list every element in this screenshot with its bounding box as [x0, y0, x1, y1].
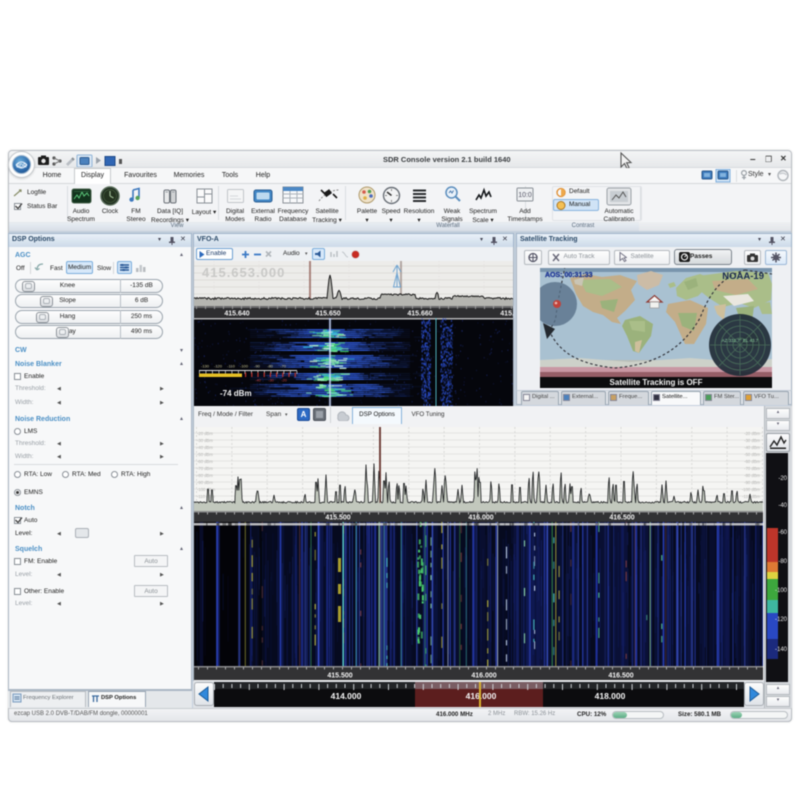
svg-text:-70 dBm: -70 dBm	[197, 466, 213, 471]
svg-text:415.650: 415.650	[315, 311, 340, 318]
svg-text:-80 dBm: -80 dBm	[197, 473, 213, 478]
svg-text:-110: -110	[227, 364, 235, 369]
svg-text:-74 dBm: -74 dBm	[220, 389, 252, 398]
svg-text:-130: -130	[201, 364, 210, 369]
svg-text:-60: -60	[778, 530, 787, 536]
svg-text:-40 dBm: -40 dBm	[744, 445, 760, 450]
svg-text:-50 dBm: -50 dBm	[744, 452, 760, 457]
svg-text:-120: -120	[775, 617, 788, 623]
svg-text:NOAA-19: NOAA-19	[722, 271, 764, 282]
svg-text:-20 dBm: -20 dBm	[197, 431, 213, 436]
svg-text:-80: -80	[778, 559, 787, 565]
svg-text:-120: -120	[214, 364, 223, 369]
svg-text:415.67: 415.67	[500, 311, 513, 318]
svg-text:-70: -70	[280, 364, 287, 369]
svg-text:-90: -90	[254, 364, 261, 369]
svg-text:416.000: 416.000	[471, 673, 496, 680]
svg-text:-60 dBm: -60 dBm	[197, 459, 213, 464]
svg-text:-100: -100	[240, 364, 249, 369]
svg-text:415.500: 415.500	[327, 673, 352, 680]
svg-text:-50 dBm: -50 dBm	[197, 452, 213, 457]
svg-text:SDR: SDR	[16, 164, 27, 170]
svg-text:-90 dBm: -90 dBm	[197, 480, 213, 485]
svg-text:-20: -20	[281, 378, 288, 383]
svg-text:-40: -40	[255, 378, 262, 383]
svg-text:-70 dBm: -70 dBm	[744, 466, 760, 471]
svg-text:-100: -100	[775, 588, 788, 594]
svg-text:-80: -80	[267, 364, 274, 369]
svg-text:-80 dBm: -80 dBm	[744, 473, 760, 478]
svg-text:-20: -20	[778, 476, 787, 482]
svg-text:416.500: 416.500	[609, 515, 634, 522]
svg-text:-110 dBm: -110 dBm	[742, 494, 760, 499]
svg-text:-40 dBm: -40 dBm	[197, 445, 213, 450]
svg-text:-60 dBm: -60 dBm	[744, 459, 760, 464]
svg-text:-100 dBm: -100 dBm	[742, 487, 761, 492]
svg-text:416.500: 416.500	[608, 673, 633, 680]
svg-text:10:0: 10:0	[518, 192, 532, 199]
svg-text:AOS: 00:31:33: AOS: 00:31:33	[545, 272, 593, 279]
svg-text:415.500: 415.500	[325, 515, 350, 522]
svg-text:-90 dBm: -90 dBm	[744, 480, 760, 485]
svg-text:-30 dBm: -30 dBm	[744, 438, 760, 443]
svg-text:-30 dBm: -30 dBm	[197, 438, 213, 443]
svg-text:415.640: 415.640	[224, 311, 249, 318]
svg-text:415.653.000: 415.653.000	[202, 265, 285, 280]
svg-text:-40: -40	[778, 503, 787, 509]
svg-text:-20 dBm: -20 dBm	[744, 431, 760, 436]
svg-text:-140: -140	[775, 647, 788, 653]
svg-text:415.660: 415.660	[407, 311, 432, 318]
svg-text:-30: -30	[268, 378, 275, 383]
svg-text:416.000: 416.000	[468, 515, 493, 522]
